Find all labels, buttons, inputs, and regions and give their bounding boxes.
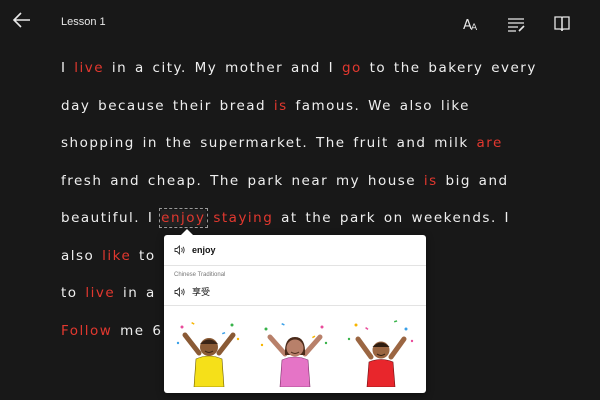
text-segment: beautiful. I — [61, 210, 162, 226]
back-arrow-icon[interactable] — [12, 10, 32, 30]
popup-divider — [164, 265, 426, 266]
speaker-icon[interactable] — [174, 286, 186, 297]
text-segment: big and — [437, 172, 509, 189]
text-preferences-icon[interactable] — [506, 14, 526, 34]
text-line: day because their bread is famous. We al… — [61, 88, 536, 126]
highlighted-word[interactable]: live — [85, 285, 115, 301]
speaker-icon[interactable] — [174, 244, 186, 256]
highlighted-word[interactable]: like — [102, 248, 131, 264]
text-segment: shopping in the supermarket. The fruit a… — [61, 135, 477, 151]
top-bar: Lesson 1 A A — [0, 0, 600, 46]
text-line: I live in a city. My mother and I go to … — [61, 50, 536, 88]
text-line: beautiful. I enjoy staying at the park o… — [61, 200, 536, 238]
highlighted-word[interactable]: go — [342, 60, 362, 76]
text-segment: I — [61, 60, 75, 76]
popup-word-row: enjoy — [174, 244, 216, 256]
picture-dictionary — [172, 317, 418, 387]
language-label: Chinese Traditional — [174, 272, 226, 278]
highlighted-word[interactable]: Follow — [61, 323, 112, 339]
text-segment: in a city. My mother and I — [104, 60, 342, 76]
text-segment: famous. We also like — [287, 97, 470, 114]
text-segment: fresh and cheap. The park near my house — [61, 172, 424, 189]
popup-translation: 享受 — [192, 288, 211, 298]
highlighted-word[interactable]: live — [74, 60, 104, 76]
text-line: shopping in the supermarket. The fruit a… — [61, 125, 536, 163]
cheering-man-illustration — [176, 321, 240, 387]
svg-text:A: A — [471, 23, 478, 33]
popup-translation-row: 享受 — [174, 285, 210, 298]
popup-word: enjoy — [192, 245, 216, 255]
highlighted-word[interactable]: is — [424, 173, 438, 189]
text-segment: day because their bread — [61, 97, 274, 114]
text-segment: at the park on weekends. I — [273, 210, 511, 226]
text-size-icon[interactable]: A A — [462, 14, 482, 34]
text-segment: also — [61, 247, 103, 264]
text-segment: to — [131, 247, 156, 264]
text-segment: to the bakery every — [361, 60, 537, 76]
text-segment: me 6 — [112, 322, 163, 339]
highlighted-word[interactable]: staying — [213, 210, 273, 226]
popup-caret — [181, 229, 193, 235]
book-icon[interactable] — [552, 14, 572, 34]
cheering-boy-illustration — [347, 320, 414, 387]
text-segment: to — [61, 285, 86, 301]
popup-divider — [164, 305, 426, 306]
highlighted-word[interactable]: is — [274, 98, 288, 114]
cheering-woman-illustration — [260, 323, 328, 387]
lesson-title: Lesson 1 — [61, 16, 106, 28]
selected-word[interactable]: enjoy — [159, 208, 208, 228]
word-lookup-popup: enjoy Chinese Traditional 享受 — [164, 229, 426, 393]
highlighted-word[interactable]: are — [477, 135, 503, 151]
text-line: fresh and cheap. The park near my house … — [61, 163, 536, 201]
